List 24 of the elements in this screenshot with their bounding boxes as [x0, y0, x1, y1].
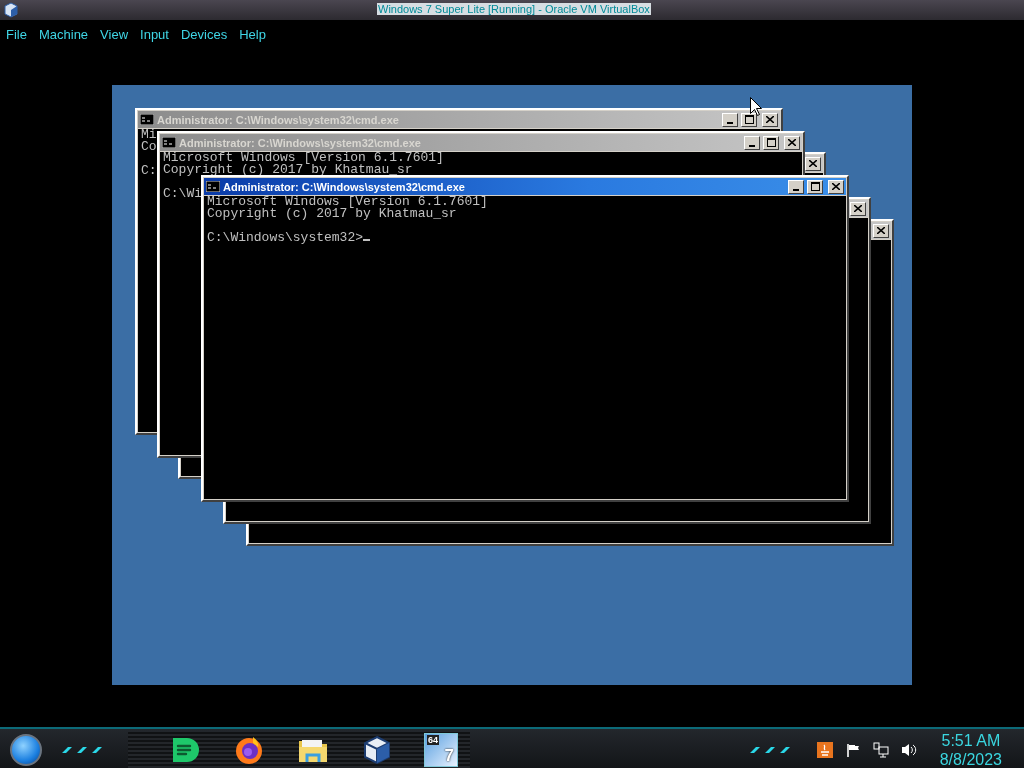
menu-item[interactable]: Help [239, 26, 266, 42]
console-line: Microsoft Windows [Version 6.1.7601] [163, 152, 444, 164]
console-prompt: C: [141, 163, 157, 178]
menu-item[interactable]: Input [140, 26, 169, 42]
menu-item[interactable]: File [6, 26, 27, 42]
console-prompt: C:\Windows\system32> [207, 230, 364, 245]
windows-seven-icon[interactable]: 64 7 [424, 732, 458, 767]
bit-badge: 64 [427, 734, 439, 745]
console-line: Copyright (c) 2017 by Khatmau_sr [207, 208, 457, 220]
console-prompt: C:\Wi [163, 186, 202, 201]
window-title: Administrator: C:\Windows\system32\cmd.exe [223, 180, 466, 193]
clock-date: 8/8/2023 [939, 749, 1002, 768]
menu-item[interactable]: Machine [38, 26, 89, 42]
console-line: Microsoft Windows [Version 6.1.7601] [207, 196, 488, 208]
console-line: Copyright (c) 2017 by Khatmau_sr [163, 164, 413, 176]
clock-time: 5:51 AM [941, 730, 1001, 750]
menu-item[interactable]: Devices [180, 26, 228, 42]
console-line: Co [141, 141, 157, 153]
window-title: Administrator: C:\Windows\system32\cmd.exe [179, 136, 422, 149]
window-title: Administrator: C:\Windows\system32\cmd.exe [157, 113, 400, 126]
menu-item[interactable]: View [100, 26, 129, 42]
window-title: Windows 7 Super Lite [Running] - Oracle VM VirtualBox [377, 3, 651, 15]
console-line: Mi [141, 129, 157, 141]
version-label: 7 [444, 745, 454, 766]
